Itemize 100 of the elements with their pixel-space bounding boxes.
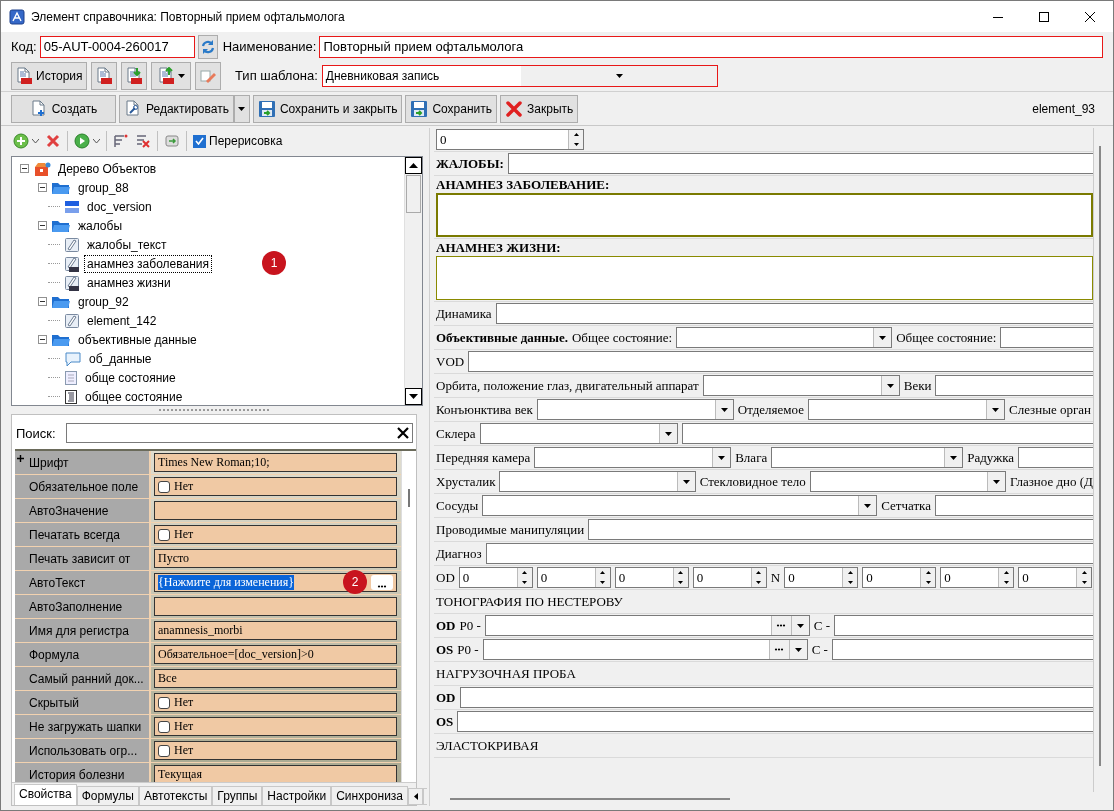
dropdown-field[interactable] [479,423,678,444]
expander-icon[interactable] [38,335,47,344]
dropdown-field[interactable] [536,399,734,420]
number-field[interactable]: 0 [614,567,689,588]
sql-button[interactable] [91,61,117,90]
tree-item[interactable]: group_92 [75,292,132,311]
toolbar-button[interactable]: Сохранить и закрыть [252,94,403,123]
toolbar-button[interactable]: Создать [11,94,116,123]
text-field[interactable] [681,423,1093,444]
checkbox[interactable] [158,696,170,709]
clear-button[interactable] [397,427,409,439]
eraser-button[interactable] [195,61,221,90]
dropdown-field[interactable] [771,447,964,468]
number-field[interactable]: 0 [862,567,937,588]
toolbar-button[interactable]: Редактировать [119,94,234,123]
value-field[interactable]: Нет [154,477,397,496]
sort-button[interactable] [113,133,129,149]
scrollbar-thumb[interactable] [1098,146,1101,766]
dropdown-field[interactable] [499,471,696,492]
tab[interactable]: Автотексты [138,786,213,805]
text-field[interactable] [1000,327,1093,348]
refresh-tree-button[interactable] [164,133,180,149]
number-field[interactable]: 0 [940,567,1015,588]
text-field[interactable] [934,495,1093,516]
number-field[interactable]: 0 [784,567,859,588]
tab[interactable]: Группы [212,786,263,805]
text-field[interactable] [588,519,1093,540]
tab[interactable]: Формулы [76,786,139,805]
delete-button[interactable] [45,133,61,149]
text-field[interactable] [935,375,1093,396]
checkbox[interactable] [193,134,206,148]
text-field[interactable] [1018,447,1093,468]
search-field[interactable] [65,423,413,443]
value-field[interactable]: Нет [154,693,397,712]
expander-icon[interactable] [38,221,47,230]
checkbox[interactable] [158,528,170,541]
refresh-button[interactable] [197,34,218,59]
value-field[interactable]: Пусто [154,549,397,568]
tree-item[interactable]: анамнез заболевания [84,254,212,273]
dropdown-field[interactable] [534,447,732,468]
scroll-down-button[interactable] [405,388,422,405]
checkbox[interactable] [158,480,170,493]
number-field[interactable]: 0 [436,129,584,150]
plus-icon[interactable] [17,455,24,462]
toolbar-button[interactable]: Закрыть [500,94,579,123]
value-field[interactable]: Нет [154,525,397,544]
scroll-up-button[interactable] [405,157,422,174]
clear-sort-button[interactable] [135,133,151,149]
dropdown-field[interactable] [809,471,1006,492]
value-field[interactable]: Нет [154,741,397,760]
tab[interactable]: Синхрониза [331,786,409,805]
xml-import-button[interactable] [121,61,147,90]
number-field[interactable]: 0 [536,567,611,588]
tree-item[interactable]: element_142 [84,311,160,330]
checkbox[interactable] [158,744,170,757]
toolbar-button[interactable]: Сохранить [405,94,498,123]
tree-item[interactable]: doc_version [84,197,155,216]
tree-item[interactable]: group_88 [75,178,132,197]
tree-item[interactable]: жалобы_текст [84,235,170,254]
text-field[interactable] [459,687,1093,708]
value-field[interactable] [154,501,397,520]
tree-item[interactable]: Дерево Объектов [55,159,160,178]
text-field[interactable] [507,153,1093,174]
checkbox[interactable] [158,720,170,733]
text-area[interactable] [436,193,1093,237]
history-button[interactable]: История [11,61,87,90]
text-field[interactable] [468,351,1093,372]
text-field[interactable] [457,711,1093,732]
tree-item[interactable]: объективные данные [75,330,200,349]
tree-item[interactable]: общее состояние [82,387,186,405]
expander-icon[interactable] [20,164,29,173]
tree-item[interactable]: анамнез жизни [84,273,174,292]
expander-icon[interactable] [38,297,47,306]
text-field[interactable] [831,639,1093,660]
ellipsis-button[interactable] [371,575,393,590]
add-button[interactable] [13,133,39,149]
value-field[interactable]: Все [154,669,397,688]
value-field[interactable] [154,597,397,616]
dropdown-field[interactable] [482,495,878,516]
code-field[interactable]: 05-AUT-0004-260017 [39,35,195,58]
text-area[interactable] [436,256,1093,300]
number-field[interactable]: 0 [458,567,533,588]
number-field[interactable]: 0 [1018,567,1093,588]
run-button[interactable] [74,133,100,149]
text-field[interactable] [485,543,1093,564]
expander-icon[interactable] [38,183,47,192]
number-field[interactable]: 0 [692,567,767,588]
tab[interactable]: Настройки [262,786,332,805]
tree-item[interactable]: обще состояние [82,368,179,387]
scrollbar-thumb[interactable] [406,175,421,213]
value-field[interactable]: Нет [154,717,397,736]
template-dropdown[interactable]: Дневниковая запись [321,64,718,87]
xml-export-button[interactable] [151,61,191,90]
name-field[interactable]: Повторный прием офтальмолога [319,35,1103,58]
value-field[interactable]: Текущая [154,765,397,782]
dropdown-field[interactable] [808,399,1005,420]
value-field[interactable]: Times New Roman;10; [154,453,397,472]
scrollbar-thumb[interactable] [450,798,730,800]
picker-field[interactable] [484,615,810,636]
scrollbar-thumb[interactable] [408,489,410,507]
